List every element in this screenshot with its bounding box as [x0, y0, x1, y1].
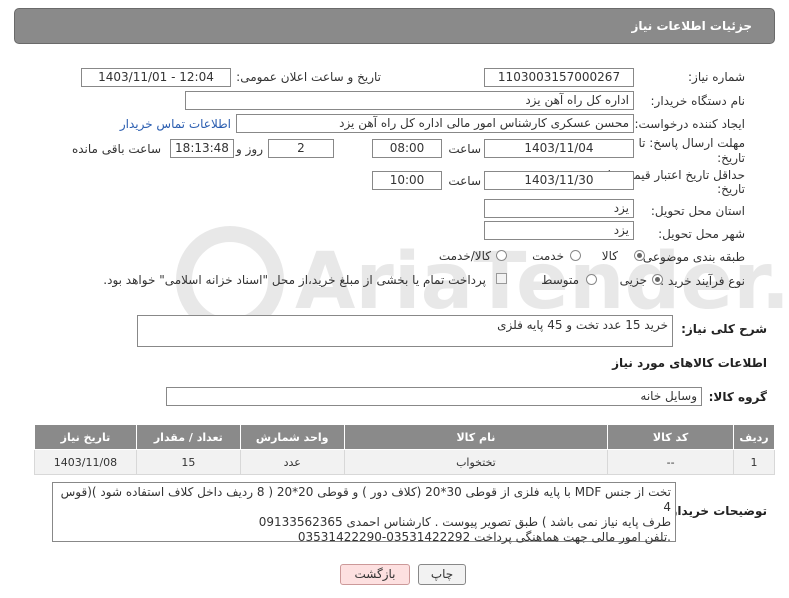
summary-label: شرح کلی نیاز:: [681, 322, 767, 336]
deadline-date-field: 1403/11/04: [484, 139, 634, 158]
requester-label: ایجاد کننده درخواست:: [634, 117, 745, 131]
deadline-label-date: تاریخ:: [717, 151, 745, 165]
deadline-time-label: ساعت: [448, 142, 481, 156]
table-header-row: تاریخ نیاز تعداد / مقدار واحد شمارش نام …: [34, 424, 776, 450]
column-header-row-number: ردیف: [732, 424, 776, 450]
back-button[interactable]: بازگشت: [340, 564, 410, 585]
remaining-days-field: 2: [268, 139, 334, 158]
buyer-notes-textarea: تخت از جنس MDF با پایه فلزی از قوطی 30*2…: [52, 482, 676, 544]
remaining-time-field: 18:13:48: [170, 139, 234, 158]
summary-textarea: خرید 15 عدد تخت و 45 پایه فلزی: [137, 315, 673, 347]
goods-table: تاریخ نیاز تعداد / مقدار واحد شمارش نام …: [34, 424, 776, 475]
treasury-payment-note: پرداخت تمام یا بخشی از مبلغ خرید،از محل …: [103, 273, 486, 287]
process-radio-medium[interactable]: [586, 274, 597, 285]
validity-time-field: 10:00: [372, 171, 442, 190]
cell-need-date: 1403/11/08: [34, 449, 137, 475]
validity-date-field: 1403/11/30: [484, 171, 634, 190]
buyer-notes-line-1: تخت از جنس MDF با پایه فلزی از قوطی 30*2…: [60, 485, 671, 514]
column-header-goods-name: نام کالا: [343, 424, 609, 450]
cell-quantity: 15: [135, 449, 241, 475]
buyer-notes-line-2: طرف پایه نیاز نمی باشد ) طبق تصویر پیوست…: [258, 515, 671, 529]
city-field: یزد: [484, 221, 634, 240]
requester-field: محسن عسکری کارشناس امور مالی اداره کل را…: [236, 114, 634, 133]
process-option-minor: جزیی: [619, 273, 647, 287]
goods-group-label: گروه کالا:: [708, 390, 767, 404]
category-radio-service[interactable]: [570, 250, 581, 261]
buyer-notes-label: توضیحات خریدار:: [665, 504, 767, 518]
page-title: جزئیات اطلاعات نیاز: [631, 19, 752, 33]
cell-row-number: 1: [732, 449, 776, 475]
deadline-time-field: 08:00: [372, 139, 442, 158]
days-label: روز و: [236, 142, 263, 156]
column-header-goods-code: کد کالا: [607, 424, 734, 450]
buyer-notes-line-3: .تلفن امور مالی جهت هماهنگی پرداخت 03531…: [297, 530, 671, 544]
remaining-time-label: ساعت باقی مانده: [71, 142, 161, 156]
category-option-goods-service: کالا/خدمت: [438, 249, 491, 263]
treasury-payment-checkbox[interactable]: [496, 273, 507, 284]
process-radio-minor[interactable]: [652, 274, 663, 285]
category-label: طبقه بندی موضوعی:: [638, 250, 745, 264]
cell-goods-code: --: [607, 449, 734, 475]
validity-time-label: ساعت: [448, 174, 481, 188]
province-field: یزد: [484, 199, 634, 218]
need-number-field: 1103003157000267: [484, 68, 634, 87]
province-label: استان محل تحویل:: [650, 204, 745, 218]
cell-goods-name: تختخواب: [343, 449, 609, 475]
goods-group-field: وسایل خانه: [166, 387, 702, 406]
buyer-contact-link[interactable]: اطلاعات تماس خریدار: [120, 117, 231, 131]
category-option-service: خدمت: [532, 249, 564, 263]
column-header-quantity: تعداد / مقدار: [135, 424, 241, 450]
header-panel: جزئیات اطلاعات نیاز: [14, 8, 775, 44]
buyer-org-field: اداره کل راه آهن یزد: [185, 91, 634, 110]
category-radio-goods[interactable]: [634, 250, 645, 261]
table-row: 1403/11/08 15 عدد تختخواب -- 1: [34, 449, 776, 475]
process-label: نوع فرآیند خرید :: [660, 274, 745, 288]
city-label: شهر محل تحویل:: [658, 227, 745, 241]
deadline-label: مهلت ارسال پاسخ: تا: [638, 136, 745, 150]
cell-unit: عدد: [239, 449, 345, 475]
announce-date-label: تاریخ و ساعت اعلان عمومی:: [236, 70, 381, 84]
validity-label-date: تاریخ:: [717, 182, 745, 196]
goods-info-title: اطلاعات کالاهای مورد نیاز: [612, 356, 767, 370]
column-header-need-date: تاریخ نیاز: [34, 424, 137, 450]
column-header-unit: واحد شمارش: [239, 424, 345, 450]
announce-date-field: 1403/11/01 - 12:04: [81, 68, 231, 87]
category-option-goods: کالا: [601, 249, 618, 263]
process-option-medium: متوسط: [541, 273, 579, 287]
category-radio-goods-service[interactable]: [496, 250, 507, 261]
buyer-org-label: نام دستگاه خریدار:: [650, 94, 746, 108]
need-number-label: شماره نیاز:: [688, 70, 745, 84]
print-button[interactable]: چاپ: [418, 564, 466, 585]
